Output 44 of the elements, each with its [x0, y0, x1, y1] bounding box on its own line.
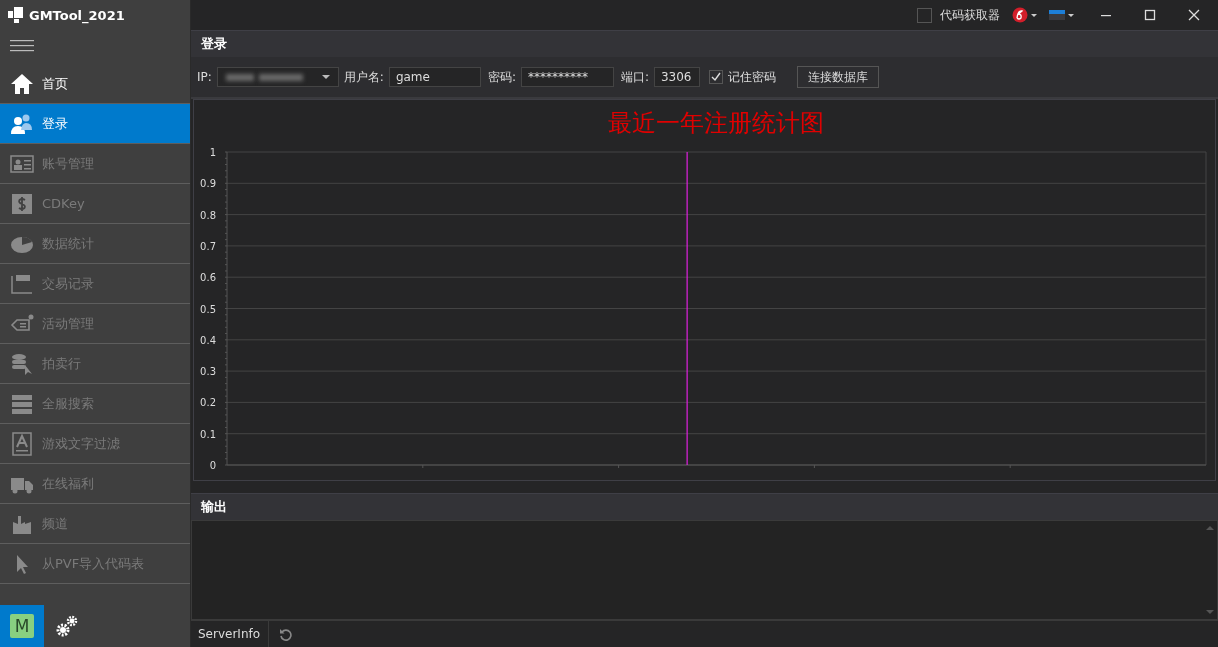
ip-dropdown[interactable] — [216, 67, 339, 87]
y-tick-label: 0.6 — [200, 272, 216, 284]
app-title: GMTool_2021 — [29, 7, 125, 23]
logo-icon — [8, 7, 24, 23]
y-tick-label: 0.5 — [200, 303, 216, 315]
y-tick-label: 1 — [209, 147, 216, 158]
y-tick-label: 0.4 — [200, 334, 216, 346]
connect-button[interactable]: 连接数据库 — [796, 66, 879, 88]
panel-title: 登录 — [201, 35, 227, 53]
y-tick-label: 0 — [209, 460, 216, 471]
caret-icon — [321, 75, 330, 79]
y-tick-label: 0.9 — [200, 178, 216, 190]
checkbox[interactable] — [708, 70, 723, 84]
y-tick-label: 0.2 — [200, 397, 216, 409]
settings-icon[interactable] — [55, 615, 79, 637]
password-field[interactable]: ********** — [520, 67, 614, 87]
checkbox-label: 记住密码 — [727, 68, 776, 86]
username-label: 用户名: — [343, 68, 384, 86]
home-icon — [10, 71, 34, 96]
y-tick-label: 0.8 — [200, 209, 216, 221]
avatar[interactable]: M — [10, 614, 34, 638]
y-tick-label: 0.1 — [200, 428, 216, 440]
username-field[interactable]: game — [388, 67, 481, 87]
close-icon[interactable] — [1188, 9, 1200, 21]
password-label: 密码: — [487, 68, 516, 86]
panel-title: 输出 — [201, 498, 227, 516]
maximize-icon[interactable] — [1144, 9, 1156, 21]
database-icon — [10, 351, 34, 376]
skin-menu-icon[interactable] — [1012, 7, 1038, 23]
dollar-icon — [10, 191, 34, 216]
port-label: 端口: — [620, 68, 649, 86]
sidebar-item[interactable]: 登录 — [0, 104, 190, 144]
checkbox[interactable] — [917, 7, 932, 23]
refresh-icon[interactable] — [279, 627, 293, 641]
menu-icon[interactable] — [10, 40, 34, 52]
theme-menu-icon[interactable] — [1048, 7, 1076, 23]
checkbox-label: 代码获取器 — [940, 6, 1000, 24]
port-field[interactable]: 3306 — [653, 67, 700, 87]
y-tick-label: 0.7 — [200, 240, 216, 252]
document-icon — [10, 431, 34, 456]
status-tab[interactable]: ServerInfo — [191, 621, 270, 647]
ip-label: IP: — [197, 70, 212, 84]
y-tick-label: 0.3 — [200, 366, 216, 378]
chart-title: 最近一年注册统计图 — [608, 109, 824, 137]
